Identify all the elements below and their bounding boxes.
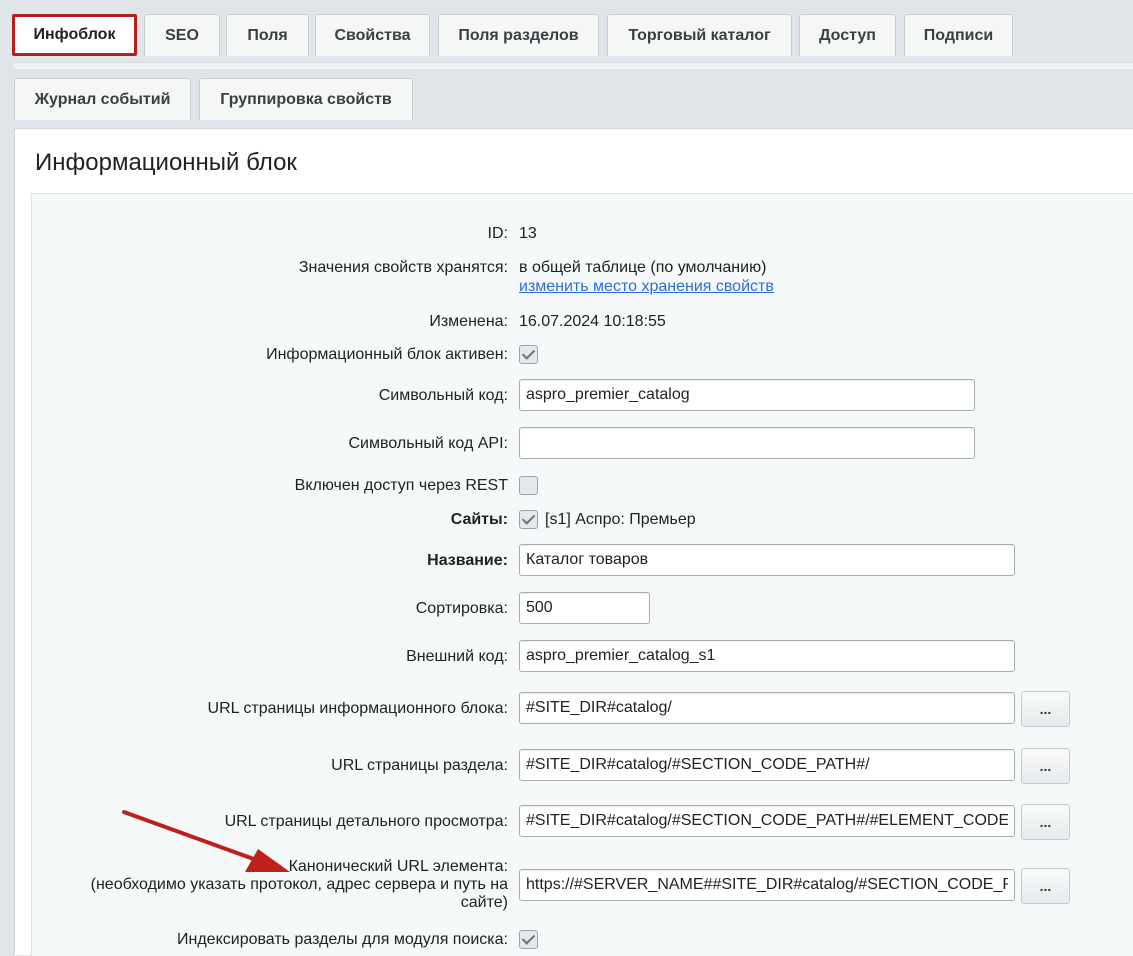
name-label: Название:	[427, 552, 508, 569]
site-s1-checkbox[interactable]	[519, 510, 538, 529]
canonical-url-label-line1: Канонический URL элемента:	[288, 858, 508, 875]
tab-event-log[interactable]: Журнал событий	[14, 78, 191, 120]
page-title: Информационный блок	[35, 149, 297, 176]
tab-property-grouping[interactable]: Группировка свойств	[199, 78, 413, 120]
rest-label: Включен доступ через REST	[294, 477, 508, 494]
storage-value: в общей таблице (по умолчанию)	[519, 259, 767, 276]
index-sections-checkbox[interactable]	[519, 930, 538, 949]
list-url-picker-button[interactable]: ...	[1021, 691, 1070, 727]
tab-access[interactable]: Доступ	[799, 14, 896, 56]
active-label: Информационный блок активен:	[266, 346, 508, 363]
tab-fields[interactable]: Поля	[226, 14, 309, 56]
detail-url-input[interactable]	[519, 805, 1015, 837]
list-url-input[interactable]	[519, 692, 1015, 724]
canonical-url-label-line3: сайте)	[460, 894, 508, 911]
id-label: ID:	[487, 225, 508, 242]
sort-input[interactable]	[519, 592, 650, 624]
sort-label: Сортировка:	[415, 600, 508, 617]
detail-url-picker-button[interactable]: ...	[1021, 804, 1070, 840]
modified-value: 16.07.2024 10:18:55	[519, 313, 666, 330]
sites-label: Сайты:	[450, 511, 508, 528]
modified-label: Изменена:	[429, 313, 508, 330]
canonical-url-label-line2: (необходимо указать протокол, адрес серв…	[90, 876, 508, 893]
detail-url-label: URL страницы детального просмотра:	[224, 813, 508, 830]
section-url-input[interactable]	[519, 749, 1015, 781]
list-url-label: URL страницы информационного блока:	[207, 700, 508, 717]
tab-seo[interactable]: SEO	[144, 14, 220, 56]
tabs-divider	[14, 62, 1133, 69]
change-storage-link[interactable]: изменить место хранения свойств	[519, 278, 774, 296]
id-value: 13	[519, 225, 537, 242]
tab-section-fields[interactable]: Поля разделов	[438, 14, 599, 56]
code-input[interactable]	[519, 379, 975, 411]
active-checkbox[interactable]	[519, 345, 538, 364]
index-sections-label: Индексировать разделы для модуля поиска:	[177, 931, 508, 948]
storage-label: Значения свойств хранятся:	[298, 259, 508, 276]
canonical-url-picker-button[interactable]: ...	[1021, 868, 1070, 904]
code-label: Символьный код:	[378, 387, 508, 404]
xml-id-input[interactable]	[519, 640, 1015, 672]
tab-infoblock[interactable]: Инфоблок	[12, 14, 137, 56]
name-input[interactable]	[519, 544, 1015, 576]
tab-properties[interactable]: Свойства	[315, 14, 430, 56]
canonical-url-input[interactable]	[519, 869, 1015, 901]
canonical-url-label: Канонический URL элемента: (необходимо у…	[91, 858, 508, 912]
section-url-picker-button[interactable]: ...	[1021, 748, 1070, 784]
api-code-label: Символьный код API:	[348, 435, 509, 452]
rest-checkbox[interactable]	[519, 476, 538, 495]
api-code-input[interactable]	[519, 427, 975, 459]
tab-captions[interactable]: Подписи	[904, 14, 1013, 56]
xml-id-label: Внешний код:	[406, 648, 508, 665]
site-s1-label: [s1] Аспро: Премьер	[545, 511, 696, 528]
tab-trade-catalog[interactable]: Торговый каталог	[607, 14, 792, 56]
section-url-label: URL страницы раздела:	[331, 757, 508, 774]
